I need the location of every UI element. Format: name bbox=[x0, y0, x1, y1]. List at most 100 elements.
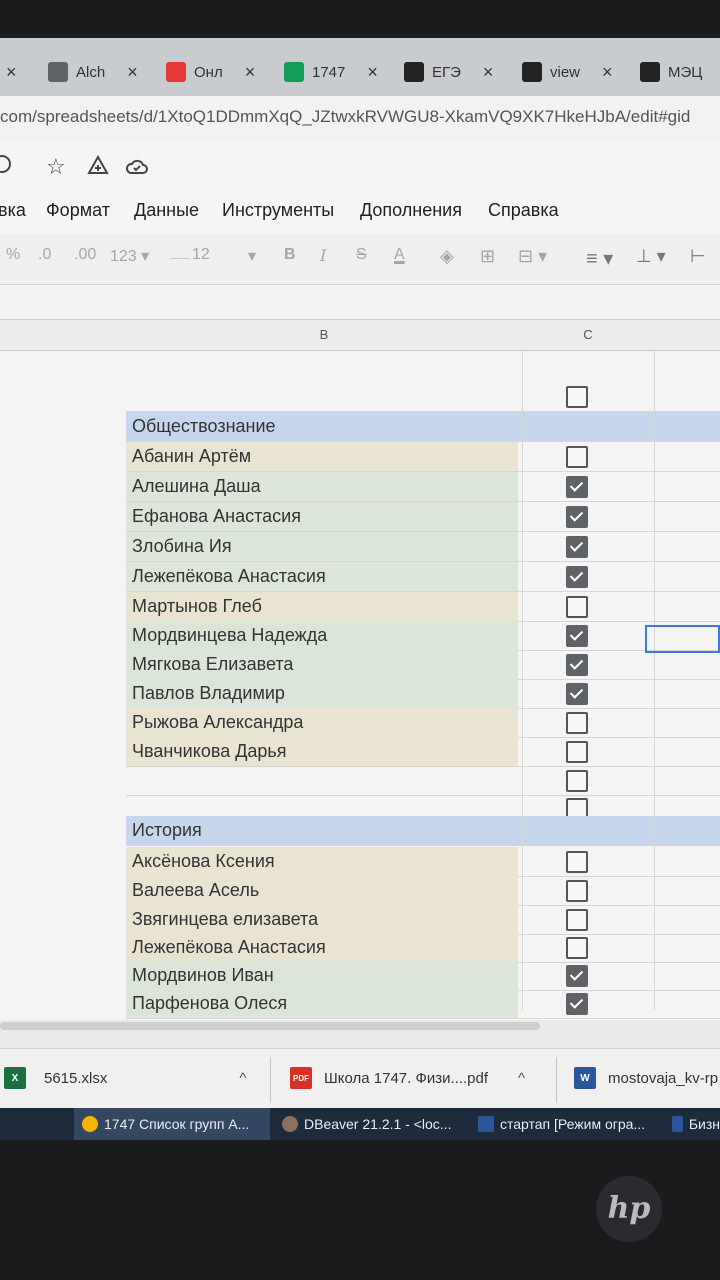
decrease-decimals-button[interactable]: .0 bbox=[38, 246, 51, 264]
taskbar-item-chrome[interactable]: 1747 Список групп А... bbox=[74, 1108, 270, 1140]
bold-button[interactable]: B bbox=[284, 246, 296, 264]
cloud-status-icon[interactable] bbox=[124, 154, 150, 184]
student-name-cell[interactable]: Ефанова Анастасия bbox=[126, 502, 518, 531]
address-bar[interactable]: com/spreadsheets/d/1XtoQ1DDmmXqQ_JZtwxkR… bbox=[0, 96, 720, 140]
download-item-xlsx[interactable]: X 5615.xlsx ^ bbox=[4, 1067, 246, 1089]
move-to-drive-icon[interactable] bbox=[86, 154, 110, 184]
checked-checkbox[interactable] bbox=[566, 476, 588, 498]
chevron-up-icon[interactable]: ^ bbox=[239, 1070, 246, 1087]
unchecked-checkbox[interactable] bbox=[566, 880, 588, 902]
unchecked-checkbox[interactable] bbox=[566, 446, 588, 468]
student-name-cell[interactable]: Аксёнова Ксения bbox=[126, 847, 518, 876]
taskbar-item-word-business[interactable]: Бизн bbox=[664, 1108, 720, 1140]
student-name-cell[interactable]: Парфенова Олеся bbox=[126, 989, 518, 1018]
checked-checkbox[interactable] bbox=[566, 566, 588, 588]
star-icon[interactable]: ☆ bbox=[46, 154, 66, 180]
browser-tab[interactable]: Alch × bbox=[48, 52, 138, 92]
student-name-cell[interactable]: Лежепёкова Анастасия bbox=[126, 562, 518, 591]
student-name-cell[interactable]: Абанин Артём bbox=[126, 442, 518, 471]
close-icon[interactable]: × bbox=[245, 62, 256, 83]
column-header-c[interactable]: C bbox=[522, 320, 655, 351]
checked-checkbox[interactable] bbox=[566, 993, 588, 1015]
borders-icon[interactable]: ⊞ bbox=[480, 246, 495, 267]
browser-tab[interactable]: 1747 × bbox=[284, 52, 378, 92]
checked-checkbox[interactable] bbox=[566, 683, 588, 705]
column-header-a[interactable] bbox=[0, 320, 127, 351]
student-name-cell[interactable]: Мягкова Елизавета bbox=[126, 650, 518, 679]
selected-cell[interactable] bbox=[645, 625, 720, 653]
close-icon[interactable]: × bbox=[127, 62, 138, 83]
student-name-cell[interactable]: Рыжова Александра bbox=[126, 708, 518, 737]
unchecked-checkbox[interactable] bbox=[566, 770, 588, 792]
menu-help[interactable]: Справка bbox=[488, 200, 559, 221]
browser-tab[interactable]: ЕГЭ × bbox=[404, 52, 493, 92]
formula-bar[interactable] bbox=[0, 285, 720, 320]
section-title-cell[interactable]: Обществознание bbox=[126, 412, 720, 441]
close-icon[interactable]: × bbox=[367, 62, 378, 83]
column-header-d[interactable] bbox=[654, 320, 720, 351]
student-name-cell[interactable]: Валеева Асель bbox=[126, 876, 518, 905]
student-name-cell[interactable] bbox=[126, 382, 518, 411]
menu-insert[interactable]: вка bbox=[0, 200, 26, 221]
fill-color-icon[interactable]: ◈ bbox=[440, 246, 454, 267]
downloads-bar: X 5615.xlsx ^ PDF Школа 1747. Физи....pd… bbox=[0, 1048, 720, 1109]
text-wrap-icon[interactable]: ⊢ bbox=[690, 246, 706, 267]
student-name-cell[interactable]: Чванчикова Дарья bbox=[126, 737, 518, 766]
more-formats-button[interactable]: 123 ▾ bbox=[110, 246, 149, 266]
checked-checkbox[interactable] bbox=[566, 965, 588, 987]
horizontal-align-icon[interactable]: ≡ ▾ bbox=[586, 246, 613, 271]
unchecked-checkbox[interactable] bbox=[566, 909, 588, 931]
checked-checkbox[interactable] bbox=[566, 536, 588, 558]
taskbar-item-word-startup[interactable]: стартап [Режим огра... bbox=[470, 1108, 662, 1140]
gridline bbox=[654, 350, 655, 1010]
download-item-docx[interactable]: W mostovaja_kv-rp bbox=[574, 1067, 718, 1089]
font-size-chevron-icon[interactable]: ▾ bbox=[248, 246, 256, 266]
unchecked-checkbox[interactable] bbox=[566, 712, 588, 734]
close-icon[interactable]: × bbox=[483, 62, 494, 83]
student-name-cell[interactable]: Мордвинов Иван bbox=[126, 961, 518, 990]
checked-checkbox[interactable] bbox=[566, 625, 588, 647]
tab-close-button[interactable]: × bbox=[6, 52, 17, 92]
close-icon[interactable]: × bbox=[602, 62, 613, 83]
unchecked-checkbox[interactable] bbox=[566, 937, 588, 959]
unchecked-checkbox[interactable] bbox=[566, 596, 588, 618]
student-name-cell[interactable]: Лежепёкова Анастасия bbox=[126, 933, 518, 962]
student-name-cell[interactable]: Алешина Даша bbox=[126, 472, 518, 501]
download-item-pdf[interactable]: PDF Школа 1747. Физи....pdf ^ bbox=[290, 1067, 525, 1089]
vertical-align-icon[interactable]: ⊥ ▾ bbox=[636, 246, 666, 267]
unchecked-checkbox[interactable] bbox=[566, 851, 588, 873]
percent-format-button[interactable]: % bbox=[6, 246, 20, 264]
section-title-cell[interactable]: История bbox=[126, 816, 720, 845]
menu-format[interactable]: Формат bbox=[46, 200, 110, 221]
checked-checkbox[interactable] bbox=[566, 654, 588, 676]
increase-decimals-button[interactable]: .00 bbox=[74, 246, 96, 264]
column-header-b[interactable]: B bbox=[126, 320, 523, 351]
student-name-cell[interactable] bbox=[126, 766, 518, 795]
strikethrough-button[interactable]: S bbox=[356, 246, 367, 264]
menu-data[interactable]: Данные bbox=[134, 200, 199, 221]
menu-tools[interactable]: Инструменты bbox=[222, 200, 334, 221]
merge-cells-icon[interactable]: ⊟ ▾ bbox=[518, 246, 547, 267]
browser-tab[interactable]: view × bbox=[522, 52, 613, 92]
browser-tab[interactable]: Онл × bbox=[166, 52, 255, 92]
browser-tab[interactable]: МЭЦ bbox=[640, 52, 702, 92]
student-name-cell[interactable]: Звягинцева елизавета bbox=[126, 905, 518, 934]
menu-addons[interactable]: Дополнения bbox=[360, 200, 462, 221]
text-color-button[interactable]: A bbox=[394, 246, 405, 264]
student-name-cell[interactable]: Павлов Владимир bbox=[126, 679, 518, 708]
unchecked-checkbox[interactable] bbox=[566, 386, 588, 408]
tab-bar: × Alch × Онл × 1747 × ЕГЭ × view × МЭЦ bbox=[0, 38, 720, 96]
taskbar-item-dbeaver[interactable]: DBeaver 21.2.1 - <loc... bbox=[274, 1108, 466, 1140]
word-icon bbox=[478, 1116, 494, 1132]
checked-checkbox[interactable] bbox=[566, 506, 588, 528]
horizontal-scrollbar[interactable] bbox=[0, 1022, 540, 1030]
italic-button[interactable]: I bbox=[320, 246, 326, 265]
url-text[interactable]: com/spreadsheets/d/1XtoQ1DDmmXqQ_JZtwxkR… bbox=[0, 107, 690, 127]
font-size-field[interactable]: 12 bbox=[192, 246, 210, 264]
student-name-cell[interactable]: Мордвинцева Надежда bbox=[126, 621, 518, 650]
taskbar-item-label: 1747 Список групп А... bbox=[104, 1116, 250, 1132]
student-name-cell[interactable]: Мартынов Глеб bbox=[126, 592, 518, 621]
student-name-cell[interactable]: Злобина Ия bbox=[126, 532, 518, 561]
chevron-up-icon[interactable]: ^ bbox=[518, 1070, 525, 1087]
unchecked-checkbox[interactable] bbox=[566, 741, 588, 763]
